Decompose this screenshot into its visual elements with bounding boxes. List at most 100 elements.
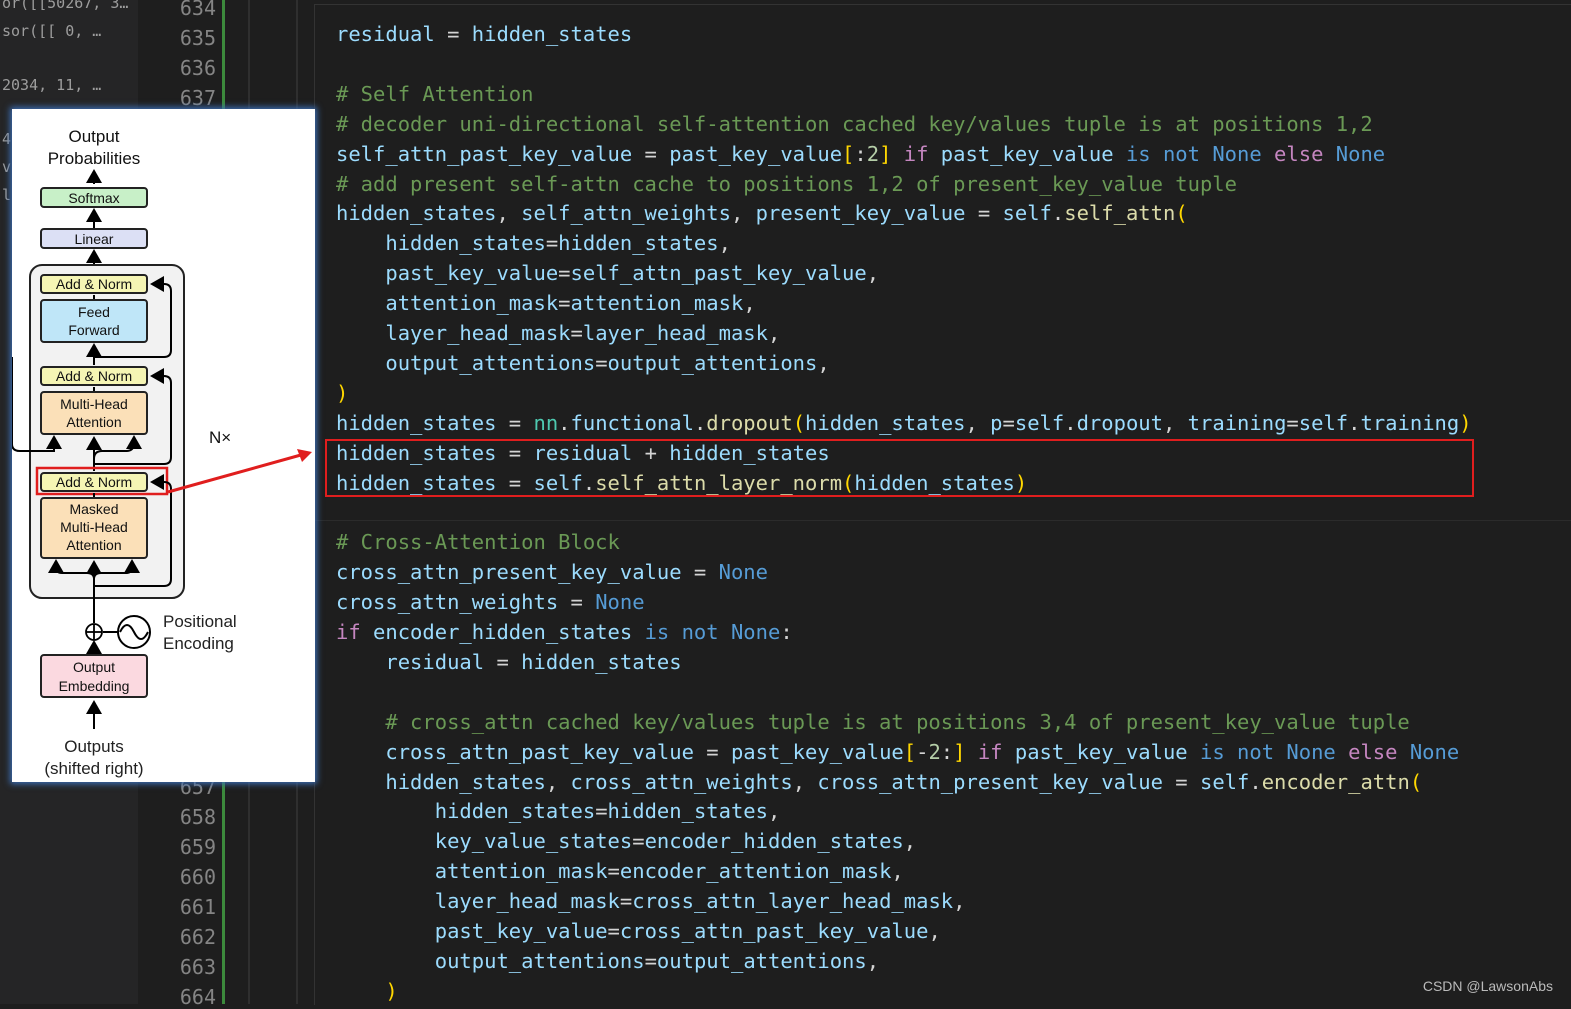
code-token: layer_head_mask [434, 889, 620, 914]
code-token: is not None [1200, 739, 1336, 764]
code-line[interactable]: residual = hidden_states [336, 647, 681, 677]
code-token: output_attentions [656, 948, 867, 973]
code-line[interactable]: output_attentions=output_attentions, [336, 946, 879, 976]
code-token: past_key_value [385, 261, 559, 286]
code-token: output_attentions [607, 350, 818, 375]
code-token: = [607, 859, 620, 884]
add-norm-label: Add & Norm [56, 368, 132, 384]
code-token: None [595, 590, 645, 615]
code-line[interactable]: self_attn_past_key_value = past_key_valu… [336, 139, 1385, 169]
code-token: self_attn_past_key_value [570, 261, 867, 286]
code-token: key_value_states [434, 829, 633, 854]
code-token: , [928, 919, 941, 943]
code-token: encoder_attention_mask [619, 859, 892, 884]
code-token: output_attentions [385, 350, 596, 375]
code-editor[interactable]: residual = hidden_states # Self Attention… [314, 4, 1571, 1005]
code-token: ] [953, 739, 966, 764]
code-line[interactable]: # Cross-Attention Block [336, 527, 620, 557]
code-token: # Cross-Attention Block [336, 530, 620, 555]
variable-line[interactable]: sor([[ 0, … [2, 22, 101, 40]
code-token: = [632, 829, 645, 854]
line-number: 663 [179, 955, 216, 979]
code-line[interactable]: ) [336, 976, 397, 1006]
variable-line[interactable]: v [2, 158, 11, 176]
code-line[interactable]: # decoder uni-directional self-attention… [336, 109, 1373, 139]
variable-line[interactable]: 4 [2, 130, 11, 148]
code-line[interactable]: # add present self-attn cache to positio… [336, 169, 1237, 199]
positional-encoding-label: Encoding [163, 634, 234, 653]
code-token: cross_attn_past_key_value [385, 739, 694, 764]
code-token: is not None [1125, 141, 1262, 166]
code-token: cross_attn_present_key_value [817, 769, 1163, 794]
variable-line[interactable]: l [2, 186, 11, 204]
code-token: , [768, 321, 781, 345]
code-token: p [990, 410, 1003, 435]
masked-attention-label: Multi-Head [60, 519, 128, 535]
code-token: , [965, 410, 991, 435]
code-token: : [854, 141, 867, 166]
variable-line[interactable]: or([[50267, 3… [2, 0, 128, 12]
code-token: past_key_value [730, 739, 904, 764]
masked-attention-label: Attention [66, 537, 121, 553]
code-line[interactable]: hidden_states = nn.functional.dropout(hi… [336, 408, 1472, 438]
code-token: if [977, 739, 1003, 764]
code-token: nn [533, 410, 559, 435]
code-token: self [1002, 201, 1052, 226]
code-line[interactable]: attention_mask=encoder_attention_mask, [336, 856, 904, 886]
code-line[interactable]: # Self Attention [336, 79, 533, 109]
code-line[interactable]: hidden_states, self_attn_weights, presen… [336, 198, 1188, 228]
code-token: hidden_states [385, 769, 546, 794]
line-number: 659 [179, 835, 216, 859]
code-token: self [1199, 769, 1250, 794]
code-token: . [693, 410, 707, 435]
code-line[interactable]: layer_head_mask=cross_attn_layer_head_ma… [336, 886, 966, 916]
code-line[interactable]: ) [336, 378, 348, 408]
add-norm-label: Add & Norm [56, 276, 132, 292]
code-line[interactable]: past_key_value=self_attn_past_key_value, [336, 258, 879, 288]
code-token: cross_attn_weights [336, 590, 559, 615]
code-line[interactable]: cross_attn_past_key_value = past_key_val… [336, 737, 1459, 767]
code-token: 2 [928, 739, 941, 764]
code-line[interactable]: hidden_states, cross_attn_weights, cross… [336, 767, 1422, 797]
code-token: residual [385, 649, 485, 674]
code-token: , [496, 201, 522, 226]
code-token: hidden_states [385, 231, 546, 256]
code-line[interactable]: hidden_states=hidden_states, [336, 228, 731, 258]
code-token: , [953, 889, 966, 914]
code-token: hidden_states [434, 799, 596, 824]
add-norm-label: Add & Norm [56, 474, 132, 490]
code-line[interactable]: cross_attn_weights = None [336, 587, 645, 617]
line-number: 662 [179, 925, 216, 949]
code-token: present_key_value [755, 201, 966, 226]
code-line[interactable]: key_value_states=encoder_hidden_states, [336, 826, 916, 856]
code-line[interactable]: output_attentions=output_attentions, [336, 348, 829, 378]
variable-line[interactable]: 2034, 11, … [2, 76, 101, 94]
code-line[interactable]: cross_attn_present_key_value = None [336, 557, 768, 587]
code-token: # cross_attn cached key/values tuple is … [385, 709, 1410, 734]
code-token: if [903, 141, 929, 166]
code-line[interactable]: attention_mask=attention_mask, [336, 288, 755, 318]
code-token: . [1249, 769, 1262, 794]
code-token: layer_head_mask [582, 321, 768, 345]
code-line[interactable]: hidden_states=hidden_states, [336, 796, 781, 826]
code-line[interactable]: if encoder_hidden_states is not None: [336, 617, 793, 647]
code-line[interactable]: layer_head_mask=layer_head_mask, [336, 318, 780, 348]
line-number: 658 [179, 805, 216, 829]
code-line[interactable]: # cross_attn cached key/values tuple is … [336, 707, 1410, 737]
multi-head-attention-label: Attention [66, 414, 121, 430]
code-token: encoder_hidden_states [373, 620, 633, 644]
code-line[interactable]: residual = hidden_states [336, 19, 632, 49]
code-line[interactable]: past_key_value=cross_attn_past_key_value… [336, 916, 941, 946]
code-token: = [434, 22, 472, 46]
code-token: functional [570, 410, 694, 435]
